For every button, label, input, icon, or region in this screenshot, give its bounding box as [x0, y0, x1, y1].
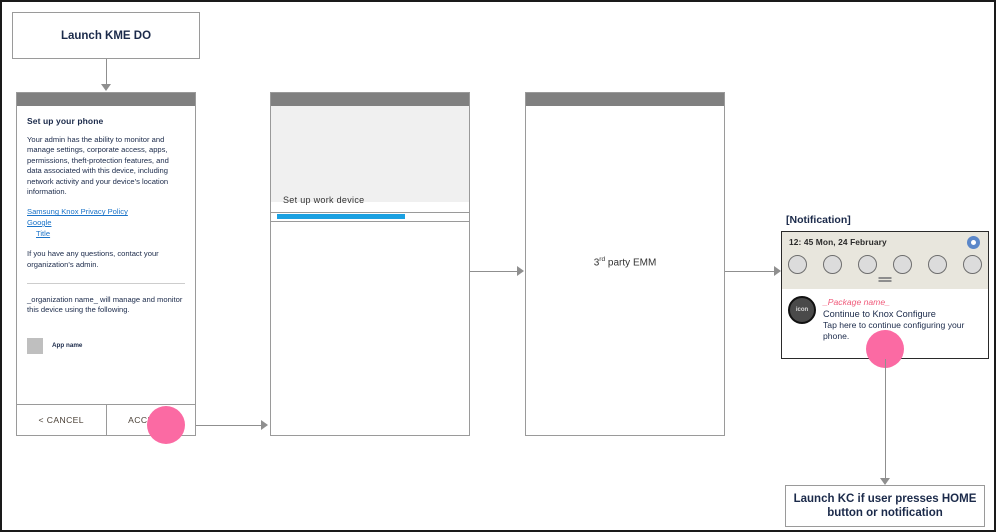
screen1-content: Set up your phone Your admin has the abi…: [17, 106, 195, 405]
quick-toggle-row: [788, 255, 982, 274]
progress-bar-fill: [277, 214, 405, 219]
screen1-links: Samsung Knox Privacy Policy Google Title: [27, 207, 185, 239]
screen3-label: 3rd party EMM: [526, 256, 724, 268]
quick-toggle-icon[interactable]: [823, 255, 842, 274]
screen3-label-suffix: party EMM: [605, 257, 657, 269]
app-name-label: App name: [52, 342, 83, 350]
launch-kc-box: Launch KC if user presses HOME button or…: [785, 485, 985, 527]
link-title[interactable]: Title: [36, 229, 50, 240]
quick-toggle-icon[interactable]: [928, 255, 947, 274]
launch-kc-line1: Launch KC if user presses HOME: [793, 493, 977, 505]
diagram-canvas: Launch KME DO Set up your phone Your adm…: [0, 0, 996, 532]
screen2-content-area: [271, 106, 469, 202]
screen1-manage-text: _organization name_ will manage and moni…: [27, 295, 183, 315]
notification-quick-settings: 12: 45 Mon, 24 February: [782, 232, 988, 289]
screen1-questions-text: If you have any questions, contact your …: [27, 249, 159, 269]
connector-launch-to-screen1: [106, 59, 107, 85]
screen1-status-bar: [17, 93, 195, 106]
notification-subtitle: Tap here to continue configuring your ph…: [823, 320, 965, 341]
screen2-divider-bottom: [271, 221, 469, 222]
connector-screen2-to-screen3: [470, 271, 518, 272]
screen2-label: Set up work device: [283, 195, 365, 205]
quick-toggle-icon[interactable]: [893, 255, 912, 274]
screen-consent-dialog: Set up your phone Your admin has the abi…: [16, 92, 196, 436]
arrow-head-right-notification: [774, 266, 781, 276]
notification-app-icon: icon: [788, 296, 816, 324]
screen2-status-bar: [271, 93, 469, 106]
connector-screen1-to-screen2: [196, 425, 262, 426]
screen-set-up-work-device: Set up work device: [270, 92, 470, 436]
quick-toggle-icon[interactable]: [788, 255, 807, 274]
quick-settings-expand-icon[interactable]: [967, 236, 980, 249]
screen1-app-row: App name: [27, 337, 185, 354]
link-samsung-knox-privacy-policy[interactable]: Samsung Knox Privacy Policy: [27, 207, 128, 218]
quick-toggle-icon[interactable]: [858, 255, 877, 274]
arrow-head-down-screen1: [101, 84, 111, 91]
link-google[interactable]: Google: [27, 218, 52, 229]
notification-clock: 12: 45 Mon, 24 February: [789, 237, 887, 247]
launch-kme-do-label: Launch KME DO: [60, 29, 152, 42]
notification-app-icon-label: icon: [795, 307, 809, 313]
screen-third-party-emm: 3rd party EMM: [525, 92, 725, 436]
quick-toggle-icon[interactable]: [963, 255, 982, 274]
screen1-divider: [27, 283, 185, 285]
screen2-divider-top: [271, 212, 469, 213]
drag-handle-icon[interactable]: [878, 277, 892, 282]
launch-kc-line2: button or notification: [827, 507, 943, 519]
arrow-head-right-screen3: [517, 266, 524, 276]
launch-kme-do-box: Launch KME DO: [12, 12, 200, 59]
connector-notification-to-kc: [885, 359, 886, 479]
arrow-head-right-screen2: [261, 420, 268, 430]
notification-title: Continue to Knox Configure: [823, 309, 936, 319]
connector-screen3-to-notification: [725, 271, 775, 272]
notification-package-name: _Package name_: [823, 297, 890, 307]
screen1-title: Set up your phone: [27, 116, 104, 126]
cancel-button[interactable]: < CANCEL: [17, 405, 106, 435]
app-placeholder-icon: [27, 337, 43, 354]
tap-indicator-accept: [147, 406, 185, 444]
arrow-head-down-kc: [880, 478, 890, 485]
notification-panel-label: [Notification]: [786, 214, 851, 226]
screen1-paragraph: Your admin has the ability to monitor an…: [27, 135, 169, 197]
screen3-status-bar: [526, 93, 724, 106]
